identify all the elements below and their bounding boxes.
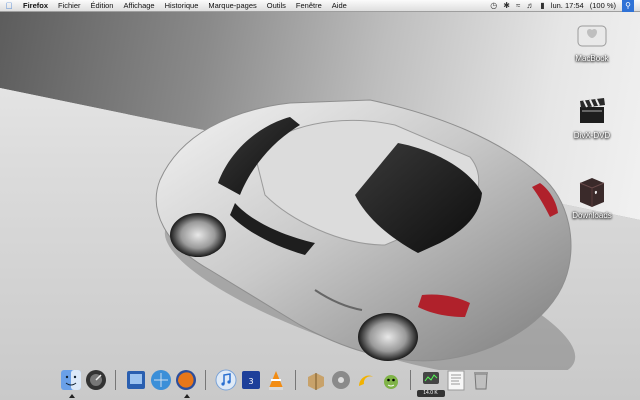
bluetooth-icon[interactable]: ✱ [503, 0, 510, 12]
menu-fenetre[interactable]: Fenêtre [291, 0, 327, 12]
desktop-icon-divx-dvd[interactable]: DivX-DVD [557, 95, 627, 140]
menu-historique[interactable]: Historique [160, 0, 204, 12]
svg-text:3: 3 [248, 377, 253, 386]
dock-vlc-icon[interactable] [265, 369, 287, 391]
menu-affichage[interactable]: Affichage [118, 0, 159, 12]
car-wheel [358, 313, 418, 361]
dock-finder-icon[interactable] [60, 369, 82, 398]
dock: 3 14.0 K [58, 366, 582, 400]
dock-ichat-icon[interactable] [125, 369, 147, 391]
menu-bar:  Firefox Fichier Édition Affichage Hist… [0, 0, 640, 12]
running-indicator [183, 394, 190, 398]
volume-icon[interactable]: ♬ [526, 0, 534, 12]
dock-separator [410, 370, 411, 390]
battery-icon[interactable]: ▮ [540, 0, 544, 12]
running-indicator [68, 394, 75, 398]
car-wheel [170, 213, 226, 257]
dock-itunes-icon[interactable] [215, 369, 237, 391]
spotlight-icon[interactable]: ⚲ [622, 0, 634, 12]
desktop-icon-label: Downloads [572, 211, 612, 220]
menu-clock[interactable]: lun. 17:54 [551, 0, 584, 12]
dock-safari-icon[interactable] [150, 369, 172, 391]
menu-extras: ◷ ✱ ≈ ♬ ▮ lun. 17:54 (100 %) ⚲ [490, 0, 640, 12]
wifi-icon[interactable]: ≈ [516, 0, 520, 12]
desktop-icon-downloads[interactable]: Downloads [557, 175, 627, 220]
dock-installer-icon[interactable] [305, 369, 327, 391]
dock-ical-icon[interactable]: 3 [240, 369, 262, 391]
dock-utilities-icon[interactable] [330, 369, 352, 391]
dock-adium-icon[interactable] [380, 369, 402, 391]
activity-badge: 14.0 K [416, 390, 445, 397]
menu-aide[interactable]: Aide [327, 0, 352, 12]
clapperboard-icon [575, 95, 609, 129]
dock-dashboard-icon[interactable] [85, 369, 107, 391]
dock-transmit-icon[interactable] [355, 369, 377, 391]
desktop-icon-label: DivX-DVD [573, 131, 611, 140]
dock-separator [205, 370, 206, 390]
dock-separator [115, 370, 116, 390]
dock-activity-monitor-icon[interactable]: 14.0 K [416, 369, 445, 397]
menu-fichier[interactable]: Fichier [53, 0, 86, 12]
desktop-icon-macbook[interactable]: MacBook [557, 18, 627, 63]
dock-trash-icon[interactable] [470, 369, 492, 391]
folder-icon [575, 175, 609, 209]
dock-separator [295, 370, 296, 390]
dock-textedit-icon[interactable] [445, 369, 467, 391]
desktop-icon-label: MacBook [575, 54, 609, 63]
menu-outils[interactable]: Outils [262, 0, 291, 12]
battery-percentage[interactable]: (100 %) [590, 0, 616, 12]
dock-firefox-icon[interactable] [175, 369, 197, 398]
menu-marque-pages[interactable]: Marque-pages [203, 0, 261, 12]
menu-firefox[interactable]: Firefox [18, 0, 53, 12]
wallpaper-car-image [155, 99, 576, 370]
timemachine-icon[interactable]: ◷ [490, 0, 497, 12]
apple-menu-icon[interactable]:  [0, 0, 18, 12]
hard-drive-icon [575, 18, 609, 52]
menu-edition[interactable]: Édition [86, 0, 119, 12]
